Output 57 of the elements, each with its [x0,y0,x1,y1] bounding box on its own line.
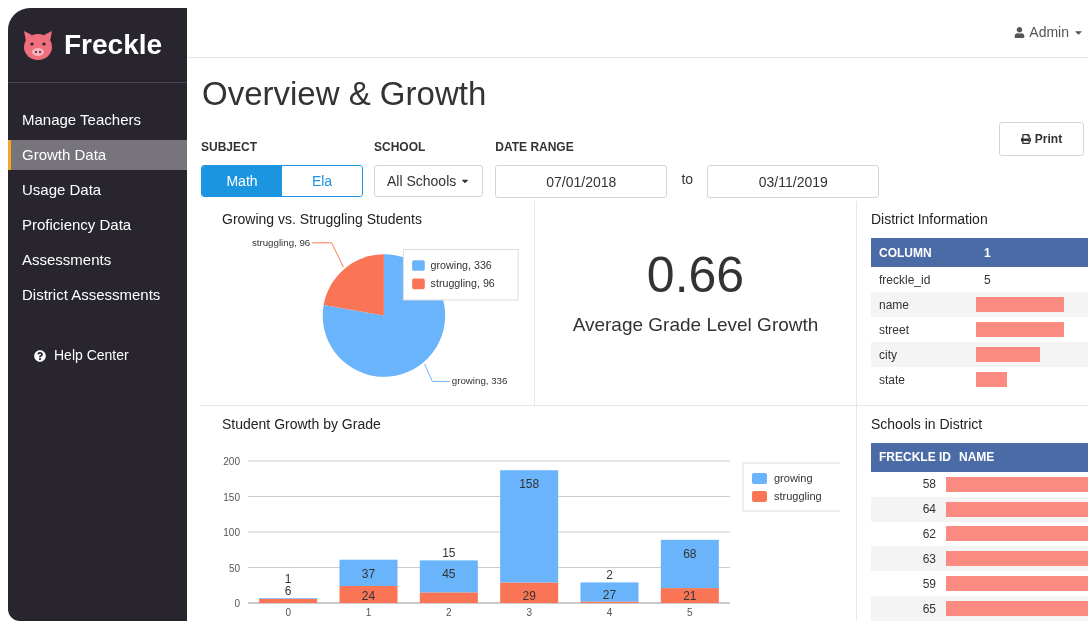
x-tick-label: 1 [365,607,372,618]
value-label: 27 [602,587,617,602]
panel-title: District Information [871,210,989,229]
legend-label: growing [774,472,813,484]
value-label: 158 [519,477,540,492]
column-header: 1 [984,244,991,262]
date-separator: to [680,170,695,189]
x-tick-label: 3 [526,607,532,618]
table-cell-text: state [878,371,906,389]
value-label: 2 [606,568,613,583]
value-label: 37 [361,566,376,581]
value-label: 68 [683,546,697,561]
y-tick-label: 150 [223,491,240,503]
legend-label: growing, 336 [430,258,492,271]
slice-label: struggling, 96 [251,236,311,248]
chart-title: Growing vs. Struggling Students [222,210,423,229]
table-cell-text: 63 [921,550,936,568]
x-tick-label: 5 [687,607,693,618]
value-label: 29 [522,589,536,603]
table-cell-text: street [878,321,910,339]
slice-label: growing, 336 [451,375,508,387]
table-cell-text: 5 [984,271,991,289]
x-tick-label: 2 [446,607,452,618]
table-cell-text: 64 [921,501,936,519]
value-label: 1 [284,572,292,587]
column-header: FRECKLE ID [879,449,951,467]
page-title: Overview & Growth [201,74,488,114]
y-tick-label: 200 [223,456,240,467]
table-cell-text: 62 [921,526,936,543]
table-cell-text: name [878,296,911,314]
value-label: 6 [284,584,292,599]
metric-label: Average Grade Level Growth [572,313,819,337]
table-cell-text: city [878,346,898,364]
brand-name: Freckle [64,28,163,62]
table-cell-text: freckle_id [878,271,932,289]
metric-value: 0.66 [646,246,745,305]
legend-label: struggling [774,490,822,502]
value-label: 45 [442,567,456,582]
y-tick-label: 100 [223,527,240,538]
filter-label: SCHOOL [374,139,427,156]
y-tick-label: 50 [228,562,240,574]
chart-title: Student Growth by Grade [222,415,382,434]
table-cell-text: 65 [921,600,936,618]
filter-label: DATE RANGE [495,139,575,156]
y-tick-label: 0 [234,598,240,609]
legend-label: struggling, 96 [430,277,495,290]
table-cell-text: 59 [921,575,936,593]
filter-label: SUBJECT [201,139,258,156]
value-label: 21 [683,589,697,603]
panel-title: Schools in District [871,415,984,434]
table-cell-text: 58 [921,476,936,494]
x-tick-label: 0 [285,607,291,618]
column-header: COLUMN [878,244,933,262]
column-header: NAME [959,449,995,467]
value-label: 24 [361,589,376,603]
x-tick-label: 4 [606,607,613,618]
value-label: 15 [442,546,456,561]
